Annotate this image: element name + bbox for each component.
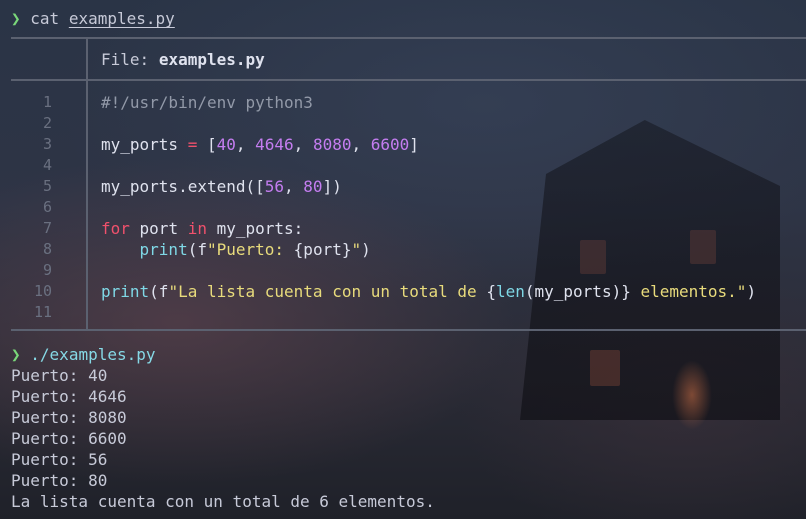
output-line: Puerto: 40: [11, 366, 108, 385]
code-token: my_ports: [101, 135, 179, 154]
code-interpolation: }: [621, 282, 631, 301]
command-line-run: ❯ ./examples.py: [11, 344, 156, 365]
line-number: 11: [33, 303, 52, 321]
code-token: ): [361, 240, 371, 259]
code-token: ,: [235, 135, 256, 154]
code-string: "La lista cuenta con un total de: [168, 282, 487, 301]
code-token: (my_ports): [524, 282, 622, 301]
background-window: [580, 240, 606, 274]
output-line: La lista cuenta con un total de 6 elemen…: [11, 492, 435, 511]
background-lamp-glow: [672, 360, 712, 430]
background-house: [520, 120, 780, 420]
command-name: ./examples.py: [30, 345, 156, 364]
code-token: ): [746, 282, 757, 301]
code-builtin: print: [139, 240, 188, 259]
code-string: elementos.": [630, 282, 747, 301]
code-token: my_ports:: [206, 219, 304, 238]
code-interpolation: {: [486, 282, 496, 301]
output-line: Puerto: 6600: [11, 429, 127, 448]
prompt-chevron-icon: ❯: [11, 345, 21, 364]
code-token: ]: [409, 135, 419, 154]
command-name: cat: [30, 9, 60, 28]
line-number: 8: [42, 240, 52, 258]
code-line-8: print(f"Puerto: {port}"): [101, 239, 371, 260]
code-builtin: print: [101, 282, 150, 301]
code-token: my_ports.extend([: [101, 177, 265, 196]
code-token: [: [206, 135, 217, 154]
code-token: ,: [293, 135, 313, 154]
code-number: 80: [303, 177, 323, 196]
code-line-3: my_ports = [40, 4646, 8080, 6600]: [101, 134, 419, 155]
code-number: 4646: [255, 135, 294, 154]
background-window: [690, 230, 716, 264]
line-number: 3: [42, 135, 52, 153]
code-number: 56: [264, 177, 285, 196]
code-number: 6600: [370, 135, 410, 154]
code-token: =: [178, 135, 207, 154]
line-number: 4: [42, 156, 52, 174]
code-token: (f: [187, 240, 207, 259]
file-header-label: File:: [101, 50, 150, 69]
output-line: Puerto: 4646: [11, 387, 127, 406]
file-header-filename: examples.py: [158, 50, 265, 69]
code-string: ": [351, 240, 362, 259]
frame-top-border: [11, 37, 806, 39]
frame-header-border: [11, 79, 806, 81]
code-line-1: #!/usr/bin/env python3: [101, 92, 313, 113]
file-header: File: examples.py: [101, 49, 265, 70]
code-line-7: for port in my_ports:: [101, 218, 303, 239]
code-line-10: print(f"La lista cuenta con un total de …: [101, 281, 756, 302]
code-token: ,: [351, 135, 371, 154]
line-number: 5: [42, 177, 52, 195]
line-number: 7: [42, 219, 52, 237]
prompt-chevron-icon: ❯: [11, 9, 21, 28]
line-number: 10: [33, 282, 52, 300]
code-keyword: in: [187, 219, 207, 238]
code-number: 8080: [312, 135, 352, 154]
code-token: ]): [322, 177, 342, 196]
code-token: (f: [149, 282, 169, 301]
output-line: Puerto: 80: [11, 471, 108, 490]
background-window: [590, 350, 620, 386]
line-number: 9: [42, 261, 52, 279]
code-token: port: [129, 219, 188, 238]
output-line: Puerto: 56: [11, 450, 108, 469]
code-token: ,: [284, 177, 304, 196]
command-line-cat: ❯ cat examples.py: [11, 8, 175, 29]
line-number: 6: [42, 198, 52, 216]
command-argument: examples.py: [68, 9, 175, 28]
code-builtin: len: [495, 282, 525, 301]
code-line-5: my_ports.extend([56, 80]): [101, 176, 342, 197]
code-interpolation: {port}: [293, 240, 352, 259]
frame-bottom-border: [11, 329, 806, 331]
code-number: 40: [216, 135, 236, 154]
code-string: "Puerto:: [206, 240, 294, 259]
line-number: 2: [42, 114, 52, 132]
line-number: 1: [42, 93, 52, 111]
code-keyword: for: [101, 219, 130, 238]
shebang-comment: #!/usr/bin/env python3: [101, 93, 313, 112]
output-line: Puerto: 8080: [11, 408, 127, 427]
